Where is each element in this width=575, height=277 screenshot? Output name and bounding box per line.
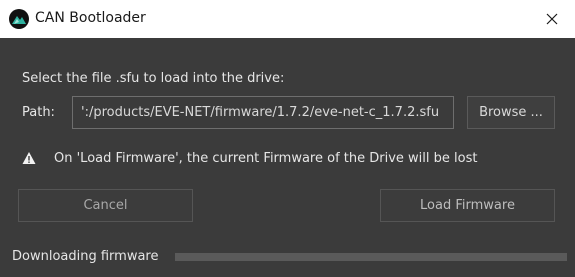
close-icon xyxy=(546,13,558,25)
cancel-button[interactable]: Cancel xyxy=(18,189,193,222)
path-input[interactable] xyxy=(72,96,454,129)
download-progress-bar xyxy=(175,253,567,261)
app-logo-icon xyxy=(9,9,29,29)
path-label: Path: xyxy=(22,105,55,120)
load-firmware-button[interactable]: Load Firmware xyxy=(380,189,555,222)
instruction-text: Select the file .sfu to load into the dr… xyxy=(22,71,285,86)
close-button[interactable] xyxy=(529,0,575,38)
dialog-content: Select the file .sfu to load into the dr… xyxy=(0,38,575,277)
warning-text: On 'Load Firmware', the current Firmware… xyxy=(54,150,478,166)
warning-triangle-icon xyxy=(22,152,36,164)
title-bar: CAN Bootloader xyxy=(0,0,575,38)
window-title: CAN Bootloader xyxy=(35,10,146,26)
status-text: Downloading firmware xyxy=(12,249,159,264)
browse-button[interactable]: Browse ... xyxy=(467,96,555,129)
warning-message: On 'Load Firmware', the current Firmware… xyxy=(22,149,477,167)
